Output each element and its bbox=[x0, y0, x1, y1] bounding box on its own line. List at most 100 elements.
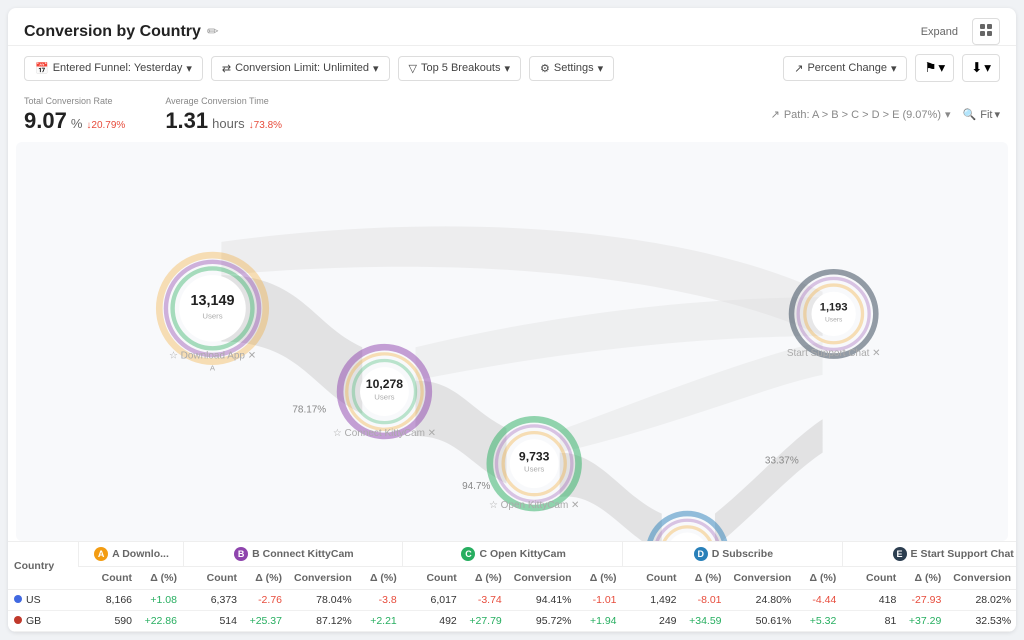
cell-e-delta-gb: +37.29 bbox=[902, 611, 947, 632]
data-table: Country AA Downlo... BB Connect KittyCam… bbox=[8, 542, 1016, 632]
cell-d-convd-us: -4.44 bbox=[797, 590, 842, 611]
svg-text:A: A bbox=[210, 363, 216, 372]
total-rate-stat: Total Conversion Rate 9.07 % ↓20.79% bbox=[24, 96, 125, 134]
svg-text:Users: Users bbox=[374, 392, 394, 401]
svg-text:3,575: 3,575 bbox=[673, 540, 701, 541]
col-sub-b-count: Count bbox=[183, 567, 243, 590]
col-sub-c-convd: Δ (%) bbox=[578, 567, 623, 590]
toolbar: 📅 Entered Funnel: Yesterday ▾ ⇄ Conversi… bbox=[8, 46, 1016, 90]
expand-button[interactable]: Expand bbox=[913, 22, 966, 42]
page-container: Conversion by Country ✏ Expand 📅 bbox=[0, 0, 1024, 640]
col-sub-a-delta: Δ (%) bbox=[138, 567, 183, 590]
cell-d-count-gb: 249 bbox=[623, 611, 683, 632]
flag-icon: ⚑ bbox=[924, 60, 936, 76]
svg-text:Start Support Chat ✕: Start Support Chat ✕ bbox=[787, 348, 881, 359]
svg-text:☆ Connect KittyCam ✕: ☆ Connect KittyCam ✕ bbox=[333, 428, 436, 439]
funnel-svg: 78.17% 94.7% 36.73% 33.37% 13,149 Users … bbox=[16, 142, 1008, 541]
grid-icon-button[interactable] bbox=[972, 18, 1000, 45]
col-sub-d-delta: Δ (%) bbox=[683, 567, 728, 590]
cell-b-conv-us: 78.04% bbox=[288, 590, 358, 611]
path-icon: ↗ bbox=[771, 108, 780, 121]
cell-d-convd-gb: +5.32 bbox=[797, 611, 842, 632]
download-icon: ⬇ bbox=[971, 60, 982, 76]
col-header-e: EE Start Support Chat bbox=[842, 542, 1016, 567]
svg-text:Users: Users bbox=[202, 311, 222, 320]
calendar-icon: 📅 bbox=[35, 62, 49, 75]
cell-b-delta-gb: +25.37 bbox=[243, 611, 288, 632]
cell-e-count-gb: 81 bbox=[842, 611, 902, 632]
cell-c-delta-gb: +27.79 bbox=[463, 611, 508, 632]
gear-icon: ⚙ bbox=[540, 62, 550, 75]
cell-d-delta-gb: +34.59 bbox=[683, 611, 728, 632]
download-button[interactable]: ⬇ ▾ bbox=[962, 54, 1000, 82]
avg-time-stat: Average Conversion Time 1.31 hours ↓73.8… bbox=[165, 96, 282, 134]
search-icon: 🔍 bbox=[963, 108, 977, 121]
col-header-a: AA Downlo... bbox=[78, 542, 183, 567]
cell-country-us: US bbox=[8, 590, 78, 611]
chevron-down-icon-6: ▾ bbox=[938, 60, 945, 76]
cell-b-conv-gb: 87.12% bbox=[288, 611, 358, 632]
cell-e-count-us: 418 bbox=[842, 590, 902, 611]
conversion-limit-button[interactable]: ⇄ Conversion Limit: Unlimited ▾ bbox=[211, 56, 390, 81]
avg-time-value: 1.31 bbox=[165, 108, 208, 134]
trend-icon: ↗ bbox=[794, 62, 803, 75]
edit-icon[interactable]: ✏ bbox=[207, 23, 219, 40]
chevron-down-icon-fit: ▾ bbox=[994, 108, 1000, 121]
cell-a-delta-us: +1.08 bbox=[138, 590, 183, 611]
svg-text:13,149: 13,149 bbox=[190, 293, 234, 309]
cell-d-delta-us: -8.01 bbox=[683, 590, 728, 611]
arrows-icon: ⇄ bbox=[222, 62, 231, 75]
chevron-down-icon-3: ▾ bbox=[505, 62, 511, 75]
svg-text:78.17%: 78.17% bbox=[292, 404, 326, 415]
total-rate-label: Total Conversion Rate bbox=[24, 96, 125, 108]
breakouts-button[interactable]: ▽ Top 5 Breakouts ▾ bbox=[398, 56, 522, 81]
col-sub-c-conv: Conversion bbox=[508, 567, 578, 590]
table-wrapper: Country AA Downlo... BB Connect KittyCam… bbox=[8, 542, 1016, 632]
svg-text:33.37%: 33.37% bbox=[765, 455, 799, 466]
col-header-country: Country bbox=[8, 542, 78, 590]
chevron-down-icon-2: ▾ bbox=[373, 62, 379, 75]
cell-b-convd-gb: +2.21 bbox=[358, 611, 403, 632]
chevron-down-icon-path: ▾ bbox=[945, 108, 951, 121]
col-sub-e-count: Count bbox=[842, 567, 902, 590]
svg-text:Users: Users bbox=[825, 316, 843, 323]
main-card: Conversion by Country ✏ Expand 📅 bbox=[8, 8, 1016, 632]
total-rate-unit: % bbox=[71, 116, 83, 131]
cell-a-delta-gb: +22.86 bbox=[138, 611, 183, 632]
path-info: ↗ Path: A > B > C > D > E (9.07%) ▾ 🔍 Fi… bbox=[771, 108, 1000, 121]
percent-change-button[interactable]: ↗ Percent Change ▾ bbox=[783, 56, 907, 81]
cell-b-count-us: 6,373 bbox=[183, 590, 243, 611]
chevron-down-icon-7: ▾ bbox=[984, 60, 991, 76]
cell-b-delta-us: -2.76 bbox=[243, 590, 288, 611]
total-rate-value: 9.07 bbox=[24, 108, 67, 134]
cell-b-count-gb: 514 bbox=[183, 611, 243, 632]
page-title: Conversion by Country bbox=[24, 23, 201, 41]
col-header-b: BB Connect KittyCam bbox=[183, 542, 403, 567]
col-sub-b-conv: Conversion bbox=[288, 567, 358, 590]
svg-text:94.7%: 94.7% bbox=[462, 481, 490, 492]
cell-c-convd-gb: +1.94 bbox=[578, 611, 623, 632]
header-right: Expand bbox=[913, 18, 1000, 45]
col-sub-e-delta: Δ (%) bbox=[902, 567, 947, 590]
cell-a-count-gb: 590 bbox=[78, 611, 138, 632]
total-rate-change: ↓20.79% bbox=[86, 120, 125, 131]
col-header-c: CC Open KittyCam bbox=[403, 542, 623, 567]
settings-button[interactable]: ⚙ Settings ▾ bbox=[529, 56, 614, 81]
svg-text:☆ Open KittyCam ✕: ☆ Open KittyCam ✕ bbox=[489, 500, 579, 511]
header: Conversion by Country ✏ Expand bbox=[8, 8, 1016, 46]
col-sub-d-convd: Δ (%) bbox=[797, 567, 842, 590]
chevron-down-icon-4: ▾ bbox=[598, 62, 604, 75]
cell-e-delta-us: -27.93 bbox=[902, 590, 947, 611]
cell-e-conv-gb: 32.53% bbox=[947, 611, 1016, 632]
col-sub-c-delta: Δ (%) bbox=[463, 567, 508, 590]
col-sub-d-count: Count bbox=[623, 567, 683, 590]
toolbar-right: ↗ Percent Change ▾ ⚑ ▾ ⬇ ▾ bbox=[783, 54, 1000, 82]
funnel-filter-button[interactable]: 📅 Entered Funnel: Yesterday ▾ bbox=[24, 56, 203, 81]
fit-button[interactable]: Fit ▾ bbox=[980, 108, 1000, 121]
flag-button[interactable]: ⚑ ▾ bbox=[915, 54, 954, 82]
chevron-down-icon-5: ▾ bbox=[891, 62, 897, 75]
col-sub-c-count: Count bbox=[403, 567, 463, 590]
cell-c-conv-gb: 95.72% bbox=[508, 611, 578, 632]
col-sub-b-convd: Δ (%) bbox=[358, 567, 403, 590]
cell-d-conv-gb: 50.61% bbox=[728, 611, 798, 632]
